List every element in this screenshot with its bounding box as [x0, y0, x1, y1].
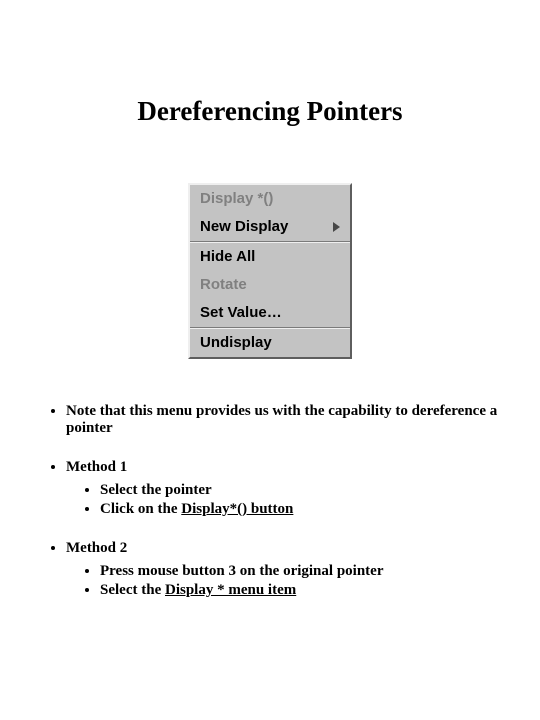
bullet-list: Note that this menu provides us with the… — [40, 403, 500, 599]
action-display-star-fn-button: Display*() button — [181, 501, 293, 517]
bullet-method-2: Method 2 Press mouse button 3 on the ori… — [66, 540, 500, 599]
title-wrap: Dereferencing Pointers — [40, 0, 500, 127]
sub-bullet-text: Press mouse button 3 on the original poi… — [100, 563, 383, 579]
bullet-text: Note that this menu provides us with the… — [66, 403, 497, 436]
notes: Note that this menu provides us with the… — [40, 403, 500, 599]
sub-bullet-text: Select the pointer — [100, 482, 212, 498]
page-title: Dereferencing Pointers — [137, 96, 402, 127]
menu-item-label: Rotate — [200, 276, 247, 294]
menu-segment-3: Undisplay — [190, 328, 350, 357]
menu-segment-2: Hide All Rotate Set Value… — [190, 242, 350, 328]
menu-item-undisplay[interactable]: Undisplay — [190, 329, 350, 357]
bullet-lead: Method 2 — [66, 540, 127, 556]
sub-bullet: Select the Display * menu item — [100, 582, 500, 599]
sub-bullet-list: Select the pointer Click on the Display*… — [66, 482, 500, 518]
menu-item-label: Hide All — [200, 248, 255, 266]
menu-wrap: Display *() New Display Hide All Rotate … — [40, 183, 500, 359]
menu-item-label: Set Value… — [200, 304, 282, 322]
menu-item-rotate[interactable]: Rotate — [190, 271, 350, 299]
bullet-note: Note that this menu provides us with the… — [66, 403, 500, 437]
sub-bullet: Press mouse button 3 on the original poi… — [100, 563, 500, 580]
sub-bullet: Select the pointer — [100, 482, 500, 499]
sub-bullet-prefix: Click on the — [100, 501, 181, 517]
action-display-star-menu-item: Display * menu item — [165, 582, 296, 598]
sub-bullet-prefix: Select the — [100, 582, 165, 598]
menu-item-label: Display *() — [200, 190, 273, 208]
menu-item-label: Undisplay — [200, 334, 272, 352]
menu-item-label: New Display — [200, 218, 288, 236]
chevron-right-icon — [333, 222, 340, 232]
bullet-method-1: Method 1 Select the pointer Click on the… — [66, 459, 500, 518]
sub-bullet-list: Press mouse button 3 on the original poi… — [66, 563, 500, 599]
slide: Dereferencing Pointers Display *() New D… — [0, 0, 540, 720]
menu-segment-1: Display *() New Display — [190, 185, 350, 242]
sub-bullet: Click on the Display*() button — [100, 501, 500, 518]
bullet-lead: Method 1 — [66, 459, 127, 475]
context-menu: Display *() New Display Hide All Rotate … — [188, 183, 352, 359]
menu-item-hide-all[interactable]: Hide All — [190, 243, 350, 271]
menu-item-display-star-fn[interactable]: Display *() — [190, 185, 350, 213]
menu-item-new-display[interactable]: New Display — [190, 213, 350, 241]
menu-item-set-value[interactable]: Set Value… — [190, 299, 350, 327]
